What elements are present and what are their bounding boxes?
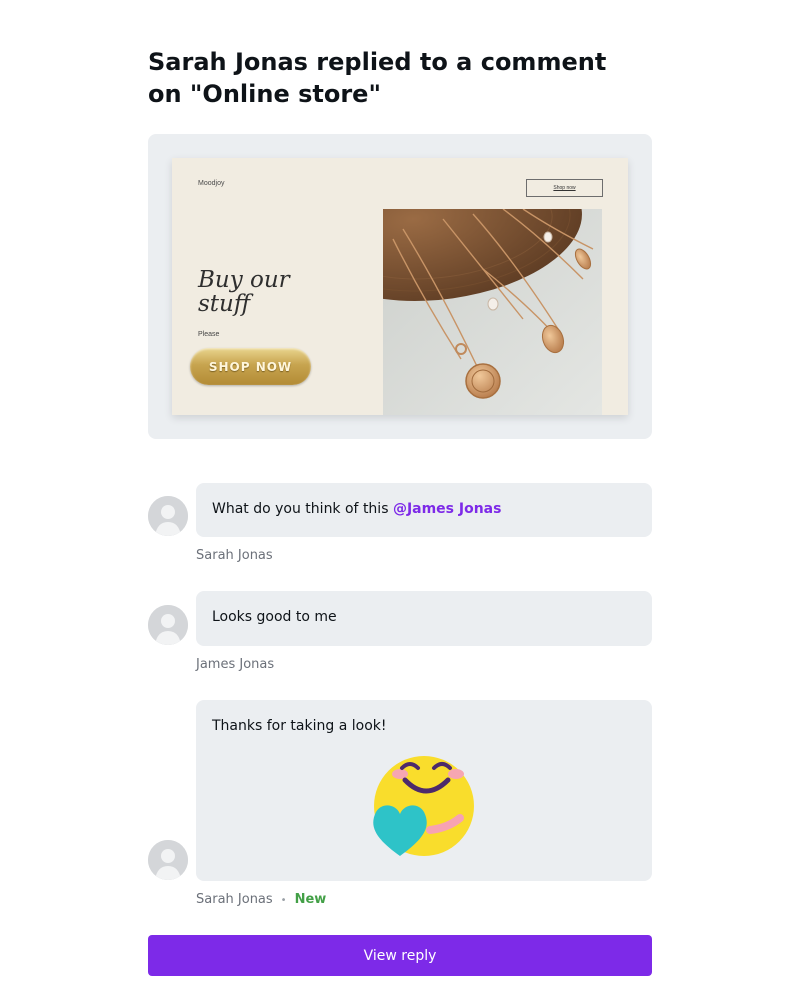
comment-author: Sarah Jonas (196, 548, 273, 563)
comment-author: James Jonas (196, 657, 275, 672)
design-title: Buy our stuff (198, 267, 290, 317)
design-subtitle: Please (198, 331, 220, 338)
view-reply-button[interactable]: View reply (148, 935, 652, 976)
new-badge: New (294, 892, 327, 907)
avatar[interactable] (148, 605, 188, 645)
comment-author: Sarah Jonas (196, 892, 273, 907)
design-thumbnail[interactable]: Moodjoy Shop now Buy our stuff Please SH… (172, 158, 628, 415)
comment-text: Looks good to me (212, 609, 337, 625)
comment-bubble: What do you think of this @James Jonas (196, 483, 652, 537)
separator-dot: • (280, 895, 287, 906)
comment-item: Looks good to me James Jonas (148, 591, 652, 681)
design-preview-card[interactable]: Moodjoy Shop now Buy our stuff Please SH… (148, 134, 652, 439)
design-brand: Moodjoy (198, 180, 225, 187)
avatar[interactable] (148, 840, 188, 880)
comment-item: Thanks for taking a look! Sarah Jonas • Ne… (148, 700, 652, 915)
design-shop-button: SHOP NOW (190, 348, 311, 385)
comment-bubble: Looks good to me (196, 591, 652, 646)
notification-heading: Sarah Jonas replied to a comment on "Onl… (148, 48, 607, 108)
comment-text: Thanks for taking a look! (212, 718, 387, 734)
comment-meta: Sarah Jonas • New (196, 892, 326, 907)
hugging-face-with-heart-icon (373, 756, 474, 856)
comment-text: What do you think of this (212, 501, 393, 517)
design-shop-now-link: Shop now (526, 179, 603, 197)
avatar[interactable] (148, 496, 188, 536)
comment-bubble: Thanks for taking a look! (196, 700, 652, 881)
comment-item: What do you think of this @James Jonas S… (148, 483, 652, 573)
jewelry-photo (383, 209, 602, 415)
user-mention[interactable]: @James Jonas (393, 501, 502, 517)
